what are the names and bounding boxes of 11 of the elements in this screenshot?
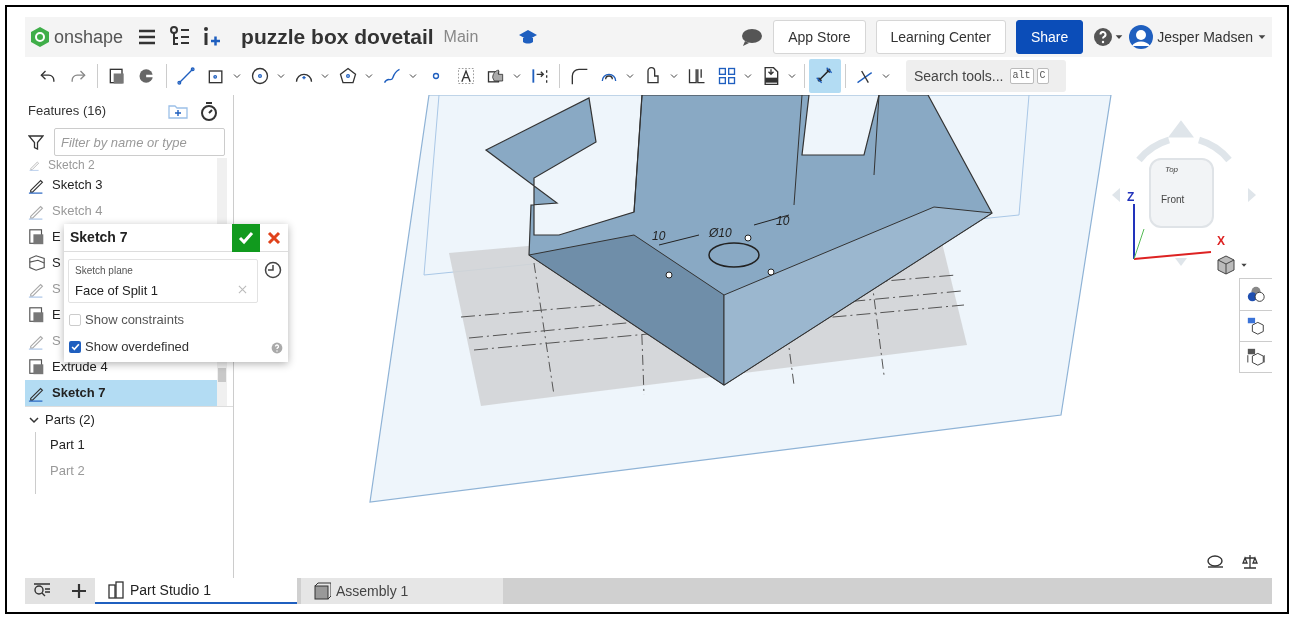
field-value: Face of Split 1 [75, 282, 159, 300]
axis-label: X [1217, 233, 1225, 250]
panel-title: Features (16) [28, 101, 108, 120]
workspace-label: Main [443, 27, 479, 47]
logo-text: onshape [54, 25, 124, 49]
document-title: puzzle box dovetail [241, 24, 434, 51]
shortcut-key: alt [1009, 68, 1034, 84]
axis-label: Z [1127, 189, 1135, 206]
dialog-title: Sketch 7 [69, 228, 129, 247]
shortcut-key: C [1036, 68, 1049, 84]
field-label: Sketch plane [75, 264, 134, 278]
